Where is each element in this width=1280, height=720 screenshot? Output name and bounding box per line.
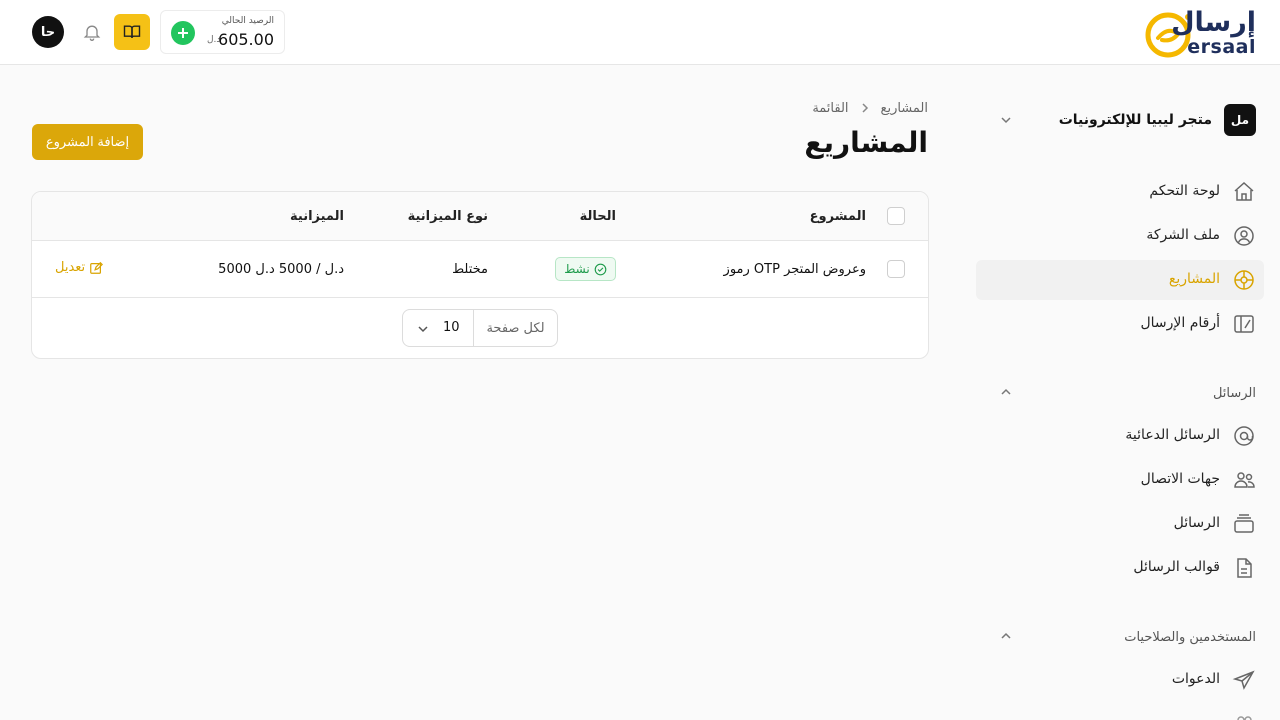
projects-icon (1234, 270, 1254, 290)
top-up-button[interactable] (171, 21, 195, 45)
chevron-up-icon (1001, 388, 1011, 395)
page-title: المشاريع (804, 126, 928, 159)
sidebar: مل متجر ليبيا للإلكترونيات لوحة التحكم م… (976, 65, 1280, 720)
sidebar-item-partial[interactable] (976, 704, 1264, 720)
sidebar-item-label: جهات الاتصال (1140, 471, 1220, 487)
at-icon (1234, 426, 1254, 446)
org-badge: مل (1224, 104, 1256, 136)
section-title: الرسائل (1212, 386, 1256, 401)
logo-text-arabic: إرسال (1171, 7, 1256, 38)
section-users-permissions[interactable]: المستخدمين والصلاحيات (984, 628, 1256, 648)
plus-icon (178, 28, 188, 38)
sidebar-item-label: الرسائل (1173, 515, 1220, 531)
chevron-left-icon (862, 103, 868, 113)
contacts-icon (1234, 472, 1255, 488)
sidebar-item-label: الرسائل الدعائية (1125, 427, 1220, 443)
ersaal-logo[interactable]: إرسال ersaal (1144, 6, 1256, 60)
sidebar-item-campaigns[interactable]: الرسائل الدعائية (976, 416, 1264, 456)
budget-type: مختلط (452, 262, 488, 277)
sidebar-item-label: قوالب الرسائل (1133, 559, 1220, 575)
sidebar-item-label: أرقام الإرسال (1140, 315, 1220, 331)
column-header-budget-type[interactable]: نوع الميزانية (408, 209, 488, 224)
column-header-budget[interactable]: الميزانية (290, 209, 344, 224)
sidebar-item-dashboard[interactable]: لوحة التحكم (976, 172, 1264, 212)
edit-label: تعديل (55, 260, 86, 275)
table-header: المشروع الحالة نوع الميزانية الميزانية (32, 192, 928, 241)
per-page-select[interactable]: لكل صفحة 10 (402, 309, 558, 347)
per-page-label: لكل صفحة (473, 310, 557, 346)
column-header-project[interactable]: المشروع (810, 209, 866, 224)
notifications-button[interactable] (80, 20, 104, 44)
budget-value: 5000 د.ل / 5000 د.ل (218, 262, 344, 277)
book-icon (123, 25, 141, 38)
sidebar-item-projects[interactable]: المشاريع (976, 260, 1264, 300)
chevron-down-icon (1001, 117, 1011, 124)
balance-currency: د.ل (207, 35, 221, 45)
top-header: إرسال ersaal حا الرصيد الحالي 605.00 د.ل (0, 0, 1280, 65)
balance-widget: الرصيد الحالي 605.00 د.ل (160, 10, 285, 54)
logo-text-english: ersaal (1187, 36, 1256, 58)
section-messages[interactable]: الرسائل (984, 384, 1256, 404)
messages-stack-icon (1234, 514, 1254, 533)
organization-switcher[interactable]: مل متجر ليبيا للإلكترونيات (984, 104, 1256, 138)
breadcrumb-item-list: القائمة (812, 100, 849, 116)
org-name: متجر ليبيا للإلكترونيات (1058, 112, 1212, 128)
sidebar-item-label: ملف الشركة (1146, 227, 1220, 243)
chevron-down-icon (418, 326, 428, 333)
sidebar-item-label: الدعوات (1171, 671, 1220, 687)
breadcrumb-item-projects[interactable]: المشاريع (881, 101, 928, 116)
table-row[interactable]: رموز OTP وعروض المتجر نشط مختلط 5000 د.ل… (32, 241, 928, 298)
add-project-button[interactable]: إضافة المشروع (32, 124, 143, 160)
sender-numbers-icon (1234, 315, 1254, 333)
sidebar-item-messages[interactable]: الرسائل (976, 504, 1264, 544)
sidebar-item-invitations[interactable]: الدعوات (976, 660, 1264, 700)
project-name[interactable]: رموز OTP وعروض المتجر (724, 262, 866, 277)
users-icon (1237, 716, 1252, 720)
bell-icon (83, 25, 101, 41)
section-title: المستخدمين والصلاحيات (1124, 630, 1256, 645)
breadcrumb: المشاريع القائمة (812, 98, 928, 118)
sidebar-item-contacts[interactable]: جهات الاتصال (976, 460, 1264, 500)
column-header-status[interactable]: الحالة (580, 209, 616, 224)
balance-label: الرصيد الحالي (221, 16, 274, 26)
balance-value: 605.00 (218, 30, 274, 49)
user-circle-icon (1234, 226, 1254, 246)
sidebar-item-label: المشاريع (1168, 271, 1220, 287)
sidebar-item-company-profile[interactable]: ملف الشركة (976, 216, 1264, 256)
document-icon (1237, 558, 1252, 578)
sidebar-item-label: لوحة التحكم (1149, 183, 1220, 199)
sidebar-item-sender-numbers[interactable]: أرقام الإرسال (976, 304, 1264, 344)
send-icon (1232, 670, 1255, 690)
home-icon (1234, 181, 1254, 201)
sidebar-item-message-templates[interactable]: قوالب الرسائل (976, 548, 1264, 588)
edit-icon (90, 261, 104, 274)
per-page-value: 10 (443, 320, 460, 335)
edit-button[interactable]: تعديل (55, 260, 104, 275)
select-all-checkbox[interactable] (887, 207, 905, 225)
row-checkbox[interactable] (887, 260, 905, 278)
status-label: نشط (564, 262, 590, 276)
projects-table: المشروع الحالة نوع الميزانية الميزانية ر… (31, 191, 929, 359)
user-avatar[interactable]: حا (32, 16, 64, 48)
docs-button[interactable] (114, 14, 150, 50)
chevron-up-icon (1001, 632, 1011, 639)
check-circle-icon (594, 263, 607, 275)
status-badge: نشط (555, 257, 616, 281)
